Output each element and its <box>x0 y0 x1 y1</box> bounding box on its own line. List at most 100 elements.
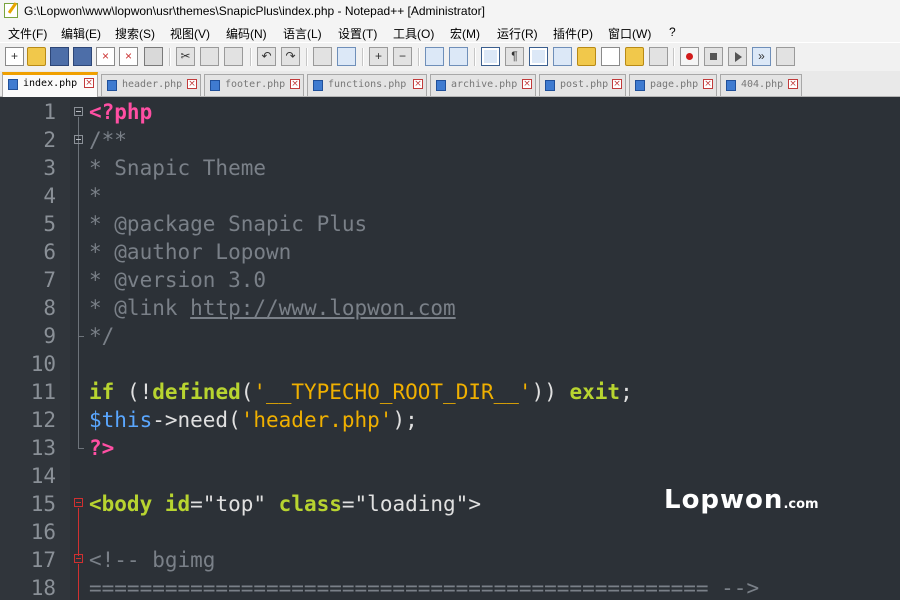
file-icon <box>635 80 645 91</box>
file-icon <box>8 79 18 90</box>
code-token: ; <box>620 380 633 404</box>
code-line[interactable]: 18 ======================================… <box>0 574 900 600</box>
menu-view[interactable]: 视图(V) <box>170 25 210 42</box>
sync-v-icon[interactable] <box>425 47 444 66</box>
tab-page-php[interactable]: page.php × <box>629 74 717 96</box>
tab-archive-php[interactable]: archive.php × <box>430 74 536 96</box>
copy-icon[interactable] <box>200 47 219 66</box>
code-line[interactable]: 17 <!-- bgimg <box>0 546 900 574</box>
code-line[interactable]: 8 * @link http://www.lopwon.com <box>0 294 900 322</box>
undo-icon[interactable]: ↶ <box>257 47 276 66</box>
close-all-icon[interactable]: × <box>119 47 138 66</box>
code-line[interactable]: 7 * @version 3.0 <box>0 266 900 294</box>
zoom-in-icon[interactable]: + <box>369 47 388 66</box>
line-number: 16 <box>30 520 56 544</box>
code-token: <!-- bgimg <box>89 548 216 572</box>
cut-icon[interactable]: ✂ <box>176 47 195 66</box>
toolbar-separator <box>169 48 171 66</box>
close-tab-icon[interactable]: × <box>84 78 94 88</box>
code-line[interactable]: 11 if (!defined('__TYPECHO_ROOT_DIR__')) … <box>0 378 900 406</box>
watermark-main: Lopwon <box>664 485 784 515</box>
menu-run[interactable]: 运行(R) <box>497 25 538 42</box>
code-line[interactable]: 10 <box>0 350 900 378</box>
menu-encoding[interactable]: 编码(N) <box>226 25 267 42</box>
menu-window[interactable]: 窗口(W) <box>608 25 651 42</box>
sync-h-icon[interactable] <box>449 47 468 66</box>
menu-tools[interactable]: 工具(O) <box>393 25 434 42</box>
print-icon[interactable] <box>144 47 163 66</box>
code-token: ="top" <box>190 492 279 516</box>
code-line[interactable]: 13 ?> <box>0 434 900 462</box>
save-icon[interactable] <box>50 47 69 66</box>
menu-help[interactable]: ? <box>669 25 676 39</box>
code-text: * @link http://www.lopwon.com <box>89 294 456 322</box>
udl-icon[interactable] <box>553 47 572 66</box>
close-tab-icon[interactable]: × <box>522 79 532 89</box>
line-number: 8 <box>43 296 56 320</box>
close-tab-icon[interactable]: × <box>788 79 798 89</box>
code-line[interactable]: 9 */ <box>0 322 900 350</box>
code-text: * @author Lopown <box>89 238 291 266</box>
save-macro-icon[interactable] <box>776 47 795 66</box>
tab-label: post.php <box>560 79 609 90</box>
code-line[interactable]: 3 * Snapic Theme <box>0 154 900 182</box>
menu-settings[interactable]: 设置(T) <box>338 25 377 42</box>
find-icon[interactable] <box>313 47 332 66</box>
stop-macro-icon[interactable] <box>704 47 723 66</box>
function-list-icon[interactable] <box>601 47 620 66</box>
notepad-app-icon <box>4 3 18 18</box>
menu-language[interactable]: 语言(L) <box>283 25 322 42</box>
close-tab-icon[interactable]: × <box>290 79 300 89</box>
line-number: 18 <box>30 576 56 600</box>
close-tab-icon[interactable]: × <box>413 79 423 89</box>
toolbar-separator <box>474 48 476 66</box>
code-line[interactable]: 5 * @package Snapic Plus <box>0 210 900 238</box>
code-line[interactable]: 1 <?php <box>0 98 900 126</box>
tab-post-php[interactable]: post.php × <box>539 74 626 96</box>
tab-404-php[interactable]: 404.php × <box>720 74 802 96</box>
close-tab-icon[interactable]: × <box>703 79 713 89</box>
code-line[interactable]: 2 /** <box>0 126 900 154</box>
tab-label: 404.php <box>741 79 784 90</box>
show-all-chars-icon[interactable]: ¶ <box>505 47 524 66</box>
code-text: * Snapic Theme <box>89 154 266 182</box>
run-macro-icon[interactable]: » <box>752 47 771 66</box>
toolbar-separator <box>306 48 308 66</box>
zoom-out-icon[interactable]: − <box>393 47 412 66</box>
menu-plugins[interactable]: 插件(P) <box>553 25 593 42</box>
folder-workspace-icon[interactable] <box>625 47 644 66</box>
tab-header-php[interactable]: header.php × <box>101 74 201 96</box>
menu-search[interactable]: 搜索(S) <box>115 25 155 42</box>
code-token: (! <box>114 380 153 404</box>
doc-map-icon[interactable] <box>577 47 596 66</box>
close-tab-icon[interactable]: × <box>187 79 197 89</box>
code-line[interactable]: 16 <box>0 518 900 546</box>
file-icon <box>545 80 555 91</box>
word-wrap-icon[interactable] <box>481 47 500 66</box>
new-file-icon[interactable]: + <box>5 47 24 66</box>
play-macro-icon[interactable] <box>728 47 747 66</box>
code-text: * @version 3.0 <box>89 266 266 294</box>
monitor-icon[interactable] <box>649 47 668 66</box>
paste-icon[interactable] <box>224 47 243 66</box>
code-token: /** <box>89 128 127 152</box>
tab-footer-php[interactable]: footer.php × <box>204 74 304 96</box>
indent-guide-icon[interactable] <box>529 47 548 66</box>
save-all-icon[interactable] <box>73 47 92 66</box>
record-macro-icon[interactable] <box>680 47 699 66</box>
tab-index-php[interactable]: index.php × <box>2 72 98 97</box>
close-tab-icon[interactable]: × <box>612 79 622 89</box>
open-file-icon[interactable] <box>27 47 46 66</box>
replace-icon[interactable] <box>337 47 356 66</box>
tab-functions-php[interactable]: functions.php × <box>307 74 427 96</box>
toolbar-separator <box>673 48 675 66</box>
code-line[interactable]: 6 * @author Lopown <box>0 238 900 266</box>
code-line[interactable]: 12 $this->need('header.php'); <box>0 406 900 434</box>
menu-file[interactable]: 文件(F) <box>8 25 47 42</box>
close-icon[interactable]: × <box>96 47 115 66</box>
code-editor[interactable]: 1 <?php 2/** 3 * Snapic Theme 4 * 5 * @package S… <box>0 97 900 600</box>
code-line[interactable]: 4 * <box>0 182 900 210</box>
menu-macro[interactable]: 宏(M) <box>450 25 480 42</box>
redo-icon[interactable]: ↷ <box>281 47 300 66</box>
menu-edit[interactable]: 编辑(E) <box>61 25 101 42</box>
